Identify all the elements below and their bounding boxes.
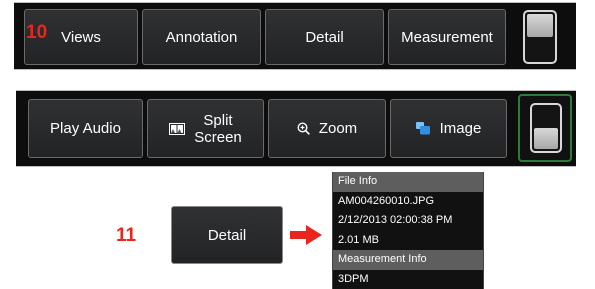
detail-label: Detail	[207, 226, 247, 244]
info-row: 3DPM	[338, 272, 369, 285]
play-audio-label: Play Audio	[50, 120, 121, 137]
detail-toolbar-button[interactable]: Detail	[265, 9, 384, 65]
info-row: 2/12/2013 02:00:38 PM	[338, 214, 453, 226]
info-row: 2.01 MB	[338, 233, 379, 246]
image-button[interactable]: Image	[390, 99, 507, 158]
zoom-label: Zoom	[318, 120, 358, 137]
top-toolbar: Views Annotation Detail Measurement	[14, 2, 576, 70]
bottom-toolbar: Play Audio Split Screen Zoom Image	[16, 90, 576, 167]
detail-button-label: Detail	[305, 28, 344, 46]
zoom-button[interactable]: Zoom	[268, 99, 386, 158]
info-section-header: Measurement Info	[333, 250, 483, 270]
play-audio-button[interactable]: Play Audio	[28, 99, 143, 158]
detail-button[interactable]: Detail	[171, 206, 283, 264]
toolbar-toggle-switch-bottom[interactable]	[530, 103, 562, 153]
info-row: AM004260010.JPG	[338, 194, 435, 207]
views-button-label: Views	[61, 28, 101, 46]
toolbar-toggle-switch[interactable]	[523, 10, 557, 64]
toggle-knob-bottom	[534, 127, 558, 149]
split-screen-button[interactable]: Split Screen	[147, 99, 264, 158]
annotation-button-label: Annotation	[165, 28, 238, 46]
step-number-10: 10	[26, 22, 48, 43]
step-number-11: 11	[116, 225, 137, 246]
split-screen-icon	[169, 122, 186, 135]
measurement-button-label: Measurement	[401, 28, 493, 46]
info-section-header: File Info	[333, 172, 483, 192]
image-label: Image	[439, 120, 482, 137]
image-icon	[415, 122, 431, 135]
toggle-knob	[527, 14, 553, 37]
annotation-button[interactable]: Annotation	[142, 9, 261, 65]
measurement-button[interactable]: Measurement	[388, 9, 506, 65]
toggle-highlight	[518, 94, 572, 162]
zoom-icon	[297, 122, 310, 135]
arrow-right-icon	[290, 225, 322, 250]
split-screen-label: Split Screen	[194, 111, 242, 146]
file-info-panel: File Info AM004260010.JPG 2/12/2013 02:00:…	[332, 172, 484, 289]
